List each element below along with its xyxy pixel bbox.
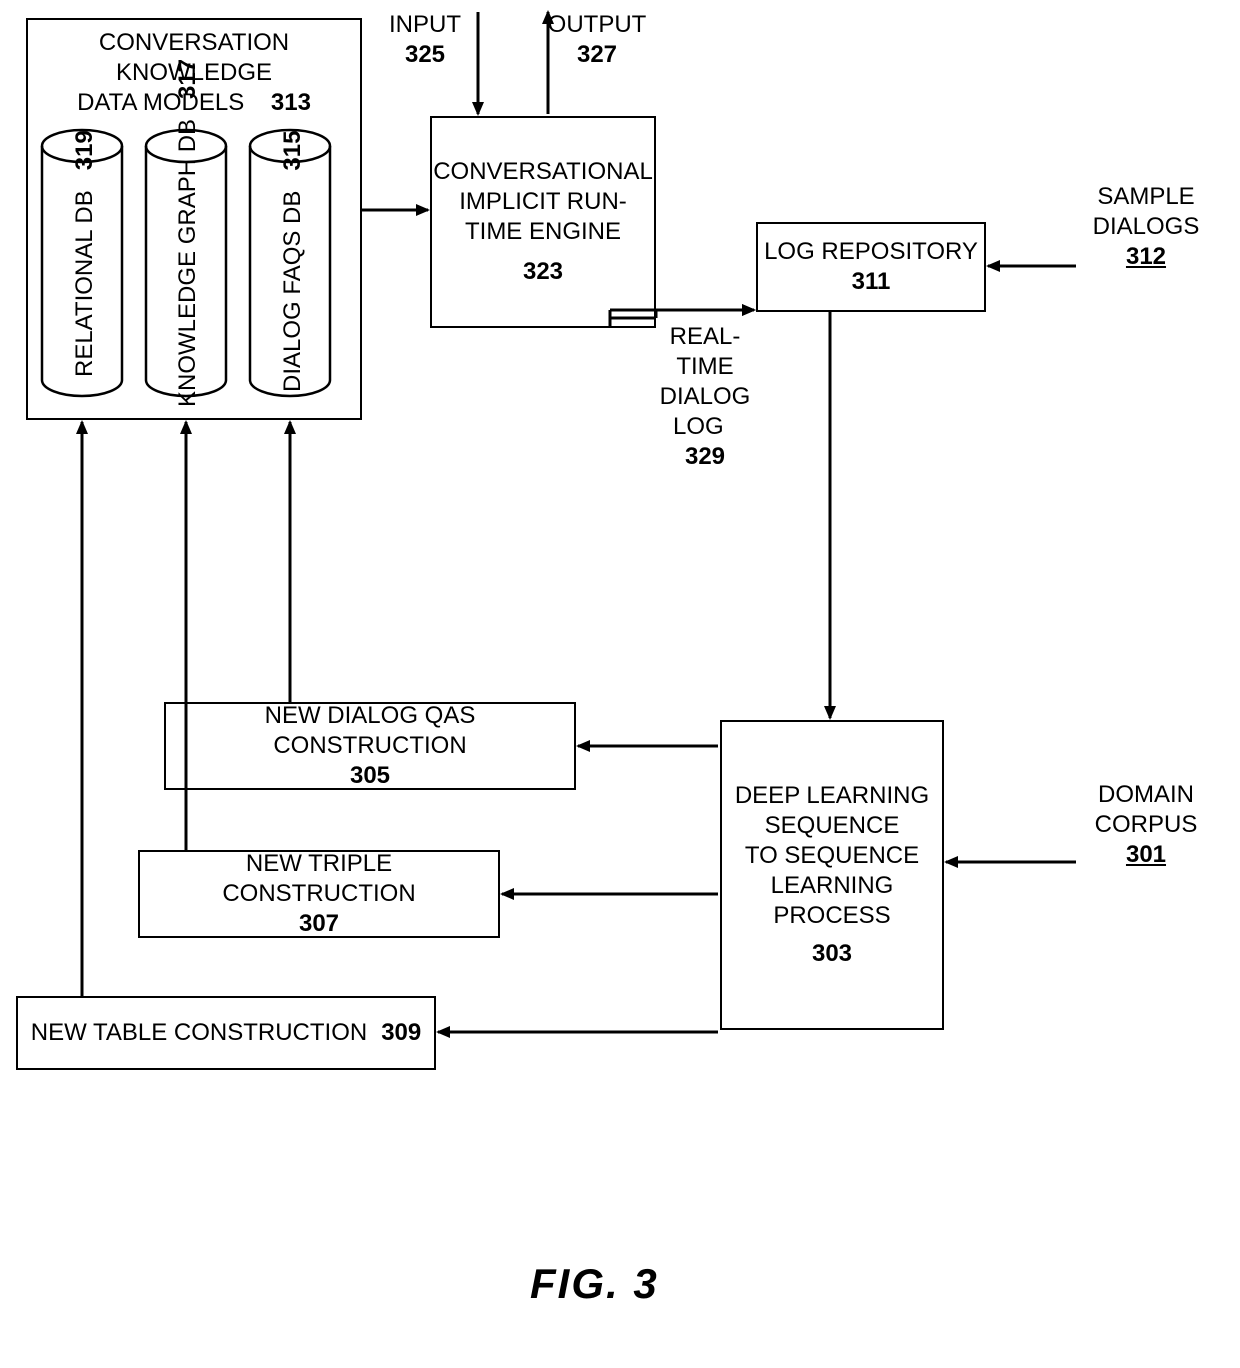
figure-caption: FIG. 3 xyxy=(530,1260,659,1308)
connectors xyxy=(0,0,1240,1368)
